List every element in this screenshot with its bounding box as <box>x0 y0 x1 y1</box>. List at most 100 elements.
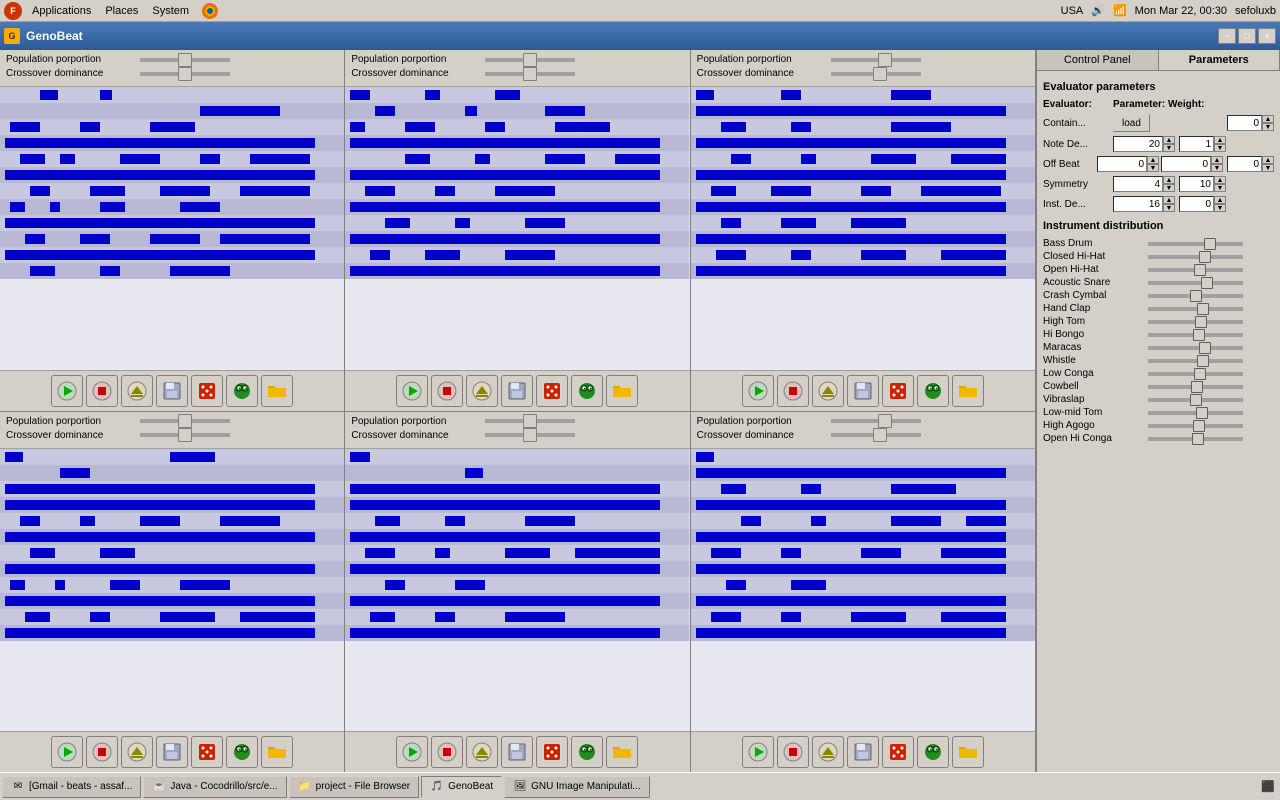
weight-symmetry-input[interactable] <box>1179 176 1214 192</box>
stop-button-1[interactable] <box>86 375 118 407</box>
param-notede-input[interactable] <box>1113 136 1163 152</box>
folder-button-3[interactable] <box>952 375 984 407</box>
folder-button-1[interactable] <box>261 375 293 407</box>
spin-dn-weight-instde[interactable]: ▼ <box>1214 204 1226 212</box>
eject-button-1[interactable] <box>121 375 153 407</box>
play-button-6[interactable] <box>742 736 774 768</box>
instrument-slider[interactable] <box>1148 333 1243 337</box>
instrument-slider[interactable] <box>1148 320 1243 324</box>
param-offbeat-input2[interactable] <box>1161 156 1211 172</box>
spin-dn-weight-symmetry[interactable]: ▼ <box>1214 184 1226 192</box>
spin-up-weight-symmetry[interactable]: ▲ <box>1214 176 1226 184</box>
play-button-3[interactable] <box>742 375 774 407</box>
dice-button-3[interactable] <box>882 375 914 407</box>
pop-slider-5[interactable] <box>485 419 575 423</box>
instrument-slider[interactable] <box>1148 268 1243 272</box>
cross-slider-5[interactable] <box>485 433 575 437</box>
pop-slider-2[interactable] <box>485 58 575 62</box>
cross-slider-4[interactable] <box>140 433 230 437</box>
spin-dn-notede[interactable]: ▼ <box>1163 144 1175 152</box>
cross-slider-3[interactable] <box>831 72 921 76</box>
param-offbeat-input1[interactable] <box>1097 156 1147 172</box>
frog-button-5[interactable] <box>571 736 603 768</box>
taskbar-filebrowser[interactable]: 📁 project - File Browser <box>289 776 419 798</box>
save-button-5[interactable] <box>501 736 533 768</box>
menu-applications[interactable]: Applications <box>26 3 97 19</box>
instrument-slider[interactable] <box>1148 359 1243 363</box>
spin-dn-weight-offbeat[interactable]: ▼ <box>1262 164 1274 172</box>
instrument-slider[interactable] <box>1148 281 1243 285</box>
folder-button-6[interactable] <box>952 736 984 768</box>
dice-button-6[interactable] <box>882 736 914 768</box>
frog-button-4[interactable] <box>226 736 258 768</box>
taskbar-java[interactable]: ☕ Java - Cocodrillo/src/e... <box>143 776 286 798</box>
instrument-slider[interactable] <box>1148 437 1243 441</box>
instrument-slider[interactable] <box>1148 294 1243 298</box>
spin-dn-offbeat2[interactable]: ▼ <box>1211 164 1223 172</box>
pop-slider-3[interactable] <box>831 58 921 62</box>
panel-3-grid[interactable] <box>691 87 1035 370</box>
stop-button-2[interactable] <box>431 375 463 407</box>
instrument-slider[interactable] <box>1148 424 1243 428</box>
spin-up-weight-offbeat[interactable]: ▲ <box>1262 156 1274 164</box>
instrument-slider[interactable] <box>1148 385 1243 389</box>
panel-6-grid[interactable] <box>691 449 1035 732</box>
instrument-slider[interactable] <box>1148 255 1243 259</box>
cross-slider-6[interactable] <box>831 433 921 437</box>
close-button[interactable]: × <box>1258 28 1276 44</box>
dice-button-4[interactable] <box>191 736 223 768</box>
spin-up-notede[interactable]: ▲ <box>1163 136 1175 144</box>
save-button-2[interactable] <box>501 375 533 407</box>
param-instde-input[interactable] <box>1113 196 1163 212</box>
play-button-2[interactable] <box>396 375 428 407</box>
eject-button-5[interactable] <box>466 736 498 768</box>
weight-offbeat-input[interactable] <box>1227 156 1262 172</box>
spin-up-instde[interactable]: ▲ <box>1163 196 1175 204</box>
taskbar-gimp[interactable]: 🖼 GNU Image Manipulati... <box>504 776 650 798</box>
save-button-3[interactable] <box>847 375 879 407</box>
menu-system[interactable]: System <box>146 3 195 19</box>
spin-up-offbeat1[interactable]: ▲ <box>1147 156 1159 164</box>
panel-4-grid[interactable] <box>0 449 344 732</box>
spin-dn-symmetry[interactable]: ▼ <box>1163 184 1175 192</box>
spin-dn-offbeat1[interactable]: ▼ <box>1147 164 1159 172</box>
folder-button-2[interactable] <box>606 375 638 407</box>
spin-dn-instde[interactable]: ▼ <box>1163 204 1175 212</box>
save-button-6[interactable] <box>847 736 879 768</box>
taskbar-genobeat[interactable]: 🎵 GenoBeat <box>421 776 502 798</box>
stop-button-4[interactable] <box>86 736 118 768</box>
pop-slider-6[interactable] <box>831 419 921 423</box>
tab-parameters[interactable]: Parameters <box>1159 50 1280 70</box>
pop-slider-1[interactable] <box>140 58 230 62</box>
save-button-1[interactable] <box>156 375 188 407</box>
taskbar-gmail[interactable]: ✉ [Gmail - beats - assaf... <box>2 776 141 798</box>
dice-button-5[interactable] <box>536 736 568 768</box>
maximize-button[interactable]: □ <box>1238 28 1256 44</box>
panel-2-grid[interactable] <box>345 87 689 370</box>
instrument-slider[interactable] <box>1148 346 1243 350</box>
folder-button-5[interactable] <box>606 736 638 768</box>
eject-button-3[interactable] <box>812 375 844 407</box>
stop-button-6[interactable] <box>777 736 809 768</box>
minimize-button[interactable]: − <box>1218 28 1236 44</box>
instrument-slider[interactable] <box>1148 307 1243 311</box>
eject-button-2[interactable] <box>466 375 498 407</box>
cross-slider-2[interactable] <box>485 72 575 76</box>
instrument-slider[interactable] <box>1148 398 1243 402</box>
eject-button-4[interactable] <box>121 736 153 768</box>
cross-slider-1[interactable] <box>140 72 230 76</box>
pop-slider-4[interactable] <box>140 419 230 423</box>
spin-up-symmetry[interactable]: ▲ <box>1163 176 1175 184</box>
weight-instde-input[interactable] <box>1179 196 1214 212</box>
play-button-4[interactable] <box>51 736 83 768</box>
tab-control-panel[interactable]: Control Panel <box>1037 50 1159 70</box>
folder-button-4[interactable] <box>261 736 293 768</box>
frog-button-2[interactable] <box>571 375 603 407</box>
spin-up-offbeat2[interactable]: ▲ <box>1211 156 1223 164</box>
stop-button-3[interactable] <box>777 375 809 407</box>
frog-button-6[interactable] <box>917 736 949 768</box>
spin-dn-contain[interactable]: ▼ <box>1262 123 1274 131</box>
spin-up-contain[interactable]: ▲ <box>1262 115 1274 123</box>
play-button-1[interactable] <box>51 375 83 407</box>
frog-button-3[interactable] <box>917 375 949 407</box>
